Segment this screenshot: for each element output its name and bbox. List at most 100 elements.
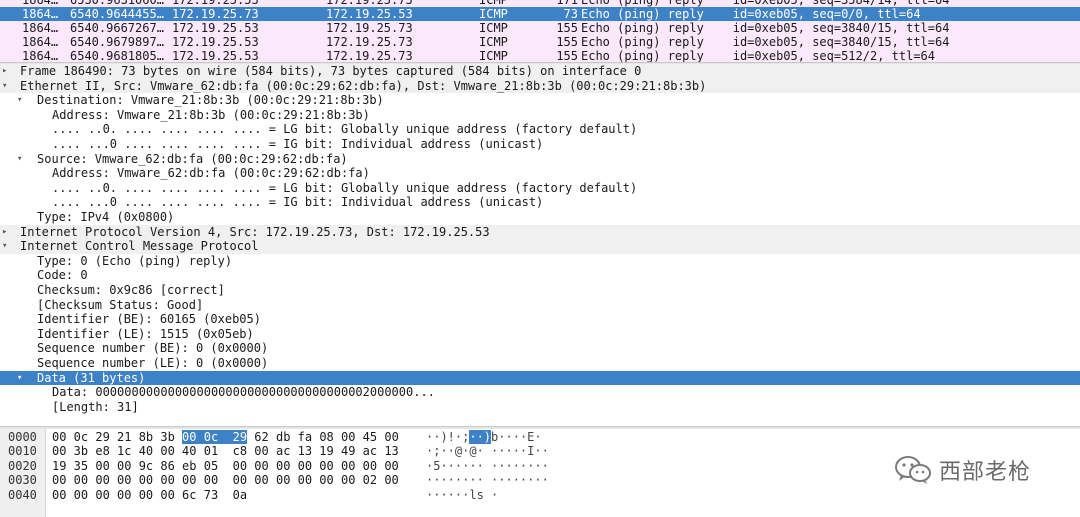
packet-row[interactable]: 1864… 6540.9667267… 172.19.25.53 172.19.25.…: [0, 21, 1080, 35]
tree-row[interactable]: ▸ Frame 186490: 73 bytes on wire (584 bit…: [0, 64, 1080, 79]
ascii-bytes[interactable]: ········ ········: [426, 473, 549, 487]
ascii-highlight[interactable]: ··): [469, 430, 492, 444]
tree-row-text: .... ...0 .... .... .... .... = IG bit: …: [52, 195, 544, 210]
packet-cell-len: 155: [556, 21, 578, 35]
tree-row[interactable]: Address: Vmware_62:db:fa (00:0c:29:62:db…: [0, 166, 1080, 181]
tree-row[interactable]: .... ...0 .... .... .... .... = IG bit: …: [0, 195, 1080, 210]
ascii-part: ········ ········: [426, 473, 549, 488]
tree-row[interactable]: .... ...0 .... .... .... .... = IG bit: …: [0, 137, 1080, 152]
expanded-arrow-icon[interactable]: ▾: [2, 79, 7, 94]
hex-bytes[interactable]: 00 0c 29 21 8b 3b 00 0c 29 62 db fa 08 0…: [52, 430, 399, 444]
packet-cell-time: 6540.9679897…: [70, 35, 164, 49]
tree-row-text: Internet Protocol Version 4, Src: 172.19…: [20, 224, 490, 239]
packet-cell-no: 1864…: [22, 0, 59, 7]
packet-cell-dst: 172.19.25.73: [326, 35, 413, 49]
packet-cell-src: 172.19.25.53: [172, 0, 259, 7]
tree-row[interactable]: Data: 0000000000000000000000000000000000…: [0, 385, 1080, 400]
tree-row[interactable]: [Checksum Status: Good]: [0, 298, 1080, 313]
tree-row-text: Sequence number (BE): 0 (0x0000): [37, 341, 269, 356]
hex-highlight[interactable]: 00 0c 29: [182, 430, 248, 444]
packet-row[interactable]: 1864… 6540.9681805… 172.19.25.53 172.19.25.…: [0, 49, 1080, 62]
packet-cell-no: 1864…: [22, 21, 59, 35]
tree-row[interactable]: Address: Vmware_21:8b:3b (00:0c:29:21:8b…: [0, 108, 1080, 123]
packet-row[interactable]: 1864… 6530.9631060… 172.19.25.53 172.19.25.…: [0, 0, 1080, 7]
hex-bytes[interactable]: 00 00 00 00 00 00 6c 73 0a: [52, 488, 247, 502]
packet-cell-time: 6540.9667267…: [70, 21, 164, 35]
packet-cell-no: 1864…: [22, 49, 59, 62]
tree-row[interactable]: Sequence number (BE): 0 (0x0000): [0, 341, 1080, 356]
tree-row-text: Sequence number (LE): 0 (0x0000): [37, 356, 269, 370]
packet-cell-no: 1864…: [22, 7, 59, 21]
tree-row[interactable]: Sequence number (LE): 0 (0x0000): [0, 356, 1080, 371]
ascii-part: ··)!·;: [426, 430, 470, 444]
tree-row-text: .... ..0. .... .... .... .... = LG bit: …: [52, 122, 638, 137]
bytes-row: 0000 00 0c 29 21 8b 3b 00 0c 29 62 db fa …: [0, 430, 1080, 444]
packet-cell-src: 172.19.25.53: [172, 35, 259, 49]
tree-row[interactable]: ▾ Ethernet II, Src: Vmware_62:db:fa (00:0…: [0, 78, 1080, 94]
tree-row-text: Type: 0 (Echo (ping) reply): [37, 253, 233, 268]
hex-bytes[interactable]: 00 3b e8 1c 40 00 40 01 c8 00 ac 13 19 4…: [52, 444, 399, 458]
tree-row[interactable]: .... ..0. .... .... .... .... = LG bit: …: [0, 181, 1080, 196]
expanded-arrow-icon[interactable]: ▾: [17, 371, 22, 386]
ascii-bytes[interactable]: ······ls ·: [426, 488, 498, 502]
tree-row-text: Type: IPv4 (0x0800): [37, 210, 175, 224]
packet-cell-len: 155: [556, 49, 578, 62]
tree-row-text: .... ...0 .... .... .... .... = IG bit: …: [52, 137, 544, 151]
tree-row-text: .... ..0. .... .... .... .... = LG bit: …: [52, 180, 638, 195]
hex-part: 62 db fa 08 00 45 00: [247, 430, 399, 444]
tree-row[interactable]: Identifier (LE): 1515 (0x05eb): [0, 327, 1080, 342]
tree-row[interactable]: ▾ Internet Control Message Protocol: [0, 239, 1080, 254]
tree-row[interactable]: ▾ Source: Vmware_62:db:fa (00:0c:29:62:db…: [0, 152, 1080, 167]
tree-row-text: Code: 0: [37, 268, 88, 283]
tree-row[interactable]: .... ..0. .... .... .... .... = LG bit: …: [0, 122, 1080, 137]
byte-offset: 0010: [8, 444, 37, 459]
packet-cell-proto: ICMP: [479, 0, 508, 7]
byte-offset: 0040: [8, 487, 37, 502]
hex-bytes[interactable]: 19 35 00 00 9c 86 eb 05 00 00 00 00 00 0…: [52, 459, 399, 473]
collapsed-arrow-icon[interactable]: ▸: [2, 225, 7, 240]
byte-offset: 0000: [8, 430, 37, 444]
packet-cell-info: Echo (ping) reply id=0xeb05, seq=3840/15…: [581, 35, 950, 49]
tree-row[interactable]: ▸ Internet Protocol Version 4, Src: 172.1…: [0, 224, 1080, 240]
tree-row[interactable]: ▾ Destination: Vmware_21:8b:3b (00:0c:29:…: [0, 93, 1080, 108]
tree-row-text: Data (31 bytes): [37, 370, 146, 385]
packet-list[interactable]: 1864… 6530.9631060… 172.19.25.53 172.19.25.…: [0, 0, 1080, 62]
packet-row[interactable]: 1864… 6540.9679897… 172.19.25.53 172.19.25.…: [0, 35, 1080, 49]
tree-row-text: Source: Vmware_62:db:fa (00:0c:29:62:db:…: [37, 151, 348, 166]
tree-row[interactable]: Type: IPv4 (0x0800): [0, 210, 1080, 225]
packet-cell-src: 172.19.25.53: [172, 21, 259, 35]
ascii-bytes[interactable]: ··)!·;··)b····E·: [426, 430, 542, 444]
ascii-part: ·5······ ········: [426, 458, 549, 473]
packet-row[interactable]: 1864… 6540.9644455… 172.19.25.73 172.19.25.…: [0, 7, 1080, 21]
tree-row[interactable]: Identifier (BE): 60165 (0xeb05): [0, 312, 1080, 327]
tree-row[interactable]: ▾ Data (31 bytes): [0, 370, 1080, 386]
hex-bytes[interactable]: 00 00 00 00 00 00 00 00 00 00 00 00 00 0…: [52, 473, 399, 487]
packet-cell-info: Echo (ping) reply id=0xeb05, seq=3840/15…: [581, 21, 950, 35]
tree-row[interactable]: Checksum: 0x9c86 [correct]: [0, 283, 1080, 298]
ascii-bytes[interactable]: ·5······ ········: [426, 459, 549, 473]
hex-part: 00 00 00 00 00 00 6c 73 0a: [52, 487, 248, 502]
packet-cell-no: 1864…: [22, 35, 59, 49]
packet-cell-proto: ICMP: [479, 7, 508, 21]
tree-row[interactable]: Code: 0: [0, 268, 1080, 283]
tree-row-text: [Length: 31]: [52, 399, 139, 414]
expanded-arrow-icon[interactable]: ▾: [2, 239, 7, 254]
expanded-arrow-icon[interactable]: ▾: [17, 93, 22, 108]
collapsed-arrow-icon[interactable]: ▸: [2, 64, 7, 79]
tree-row[interactable]: Type: 0 (Echo (ping) reply): [0, 254, 1080, 269]
tree-row-text: Data: 0000000000000000000000000000000000…: [52, 385, 435, 400]
packet-cell-len: 171: [556, 0, 578, 7]
packet-cell-dst: 172.19.25.53: [326, 7, 413, 21]
expanded-arrow-icon[interactable]: ▾: [17, 152, 22, 167]
packet-cell-len: 155: [556, 35, 578, 49]
wechat-icon: [895, 456, 931, 484]
tree-row-text: Internet Control Message Protocol: [20, 239, 259, 254]
packet-details-tree[interactable]: ▸ Frame 186490: 73 bytes on wire (584 bit…: [0, 64, 1080, 426]
ascii-bytes[interactable]: ·;··@·@· ·····I··: [426, 444, 549, 458]
tree-row[interactable]: [Length: 31]: [0, 400, 1080, 415]
packet-cell-src: 172.19.25.73: [172, 7, 259, 21]
packet-cell-proto: ICMP: [479, 21, 508, 35]
byte-offset: 0020: [8, 458, 37, 473]
tree-row-text: [Checksum Status: Good]: [37, 297, 204, 312]
packet-cell-src: 172.19.25.53: [172, 49, 259, 62]
